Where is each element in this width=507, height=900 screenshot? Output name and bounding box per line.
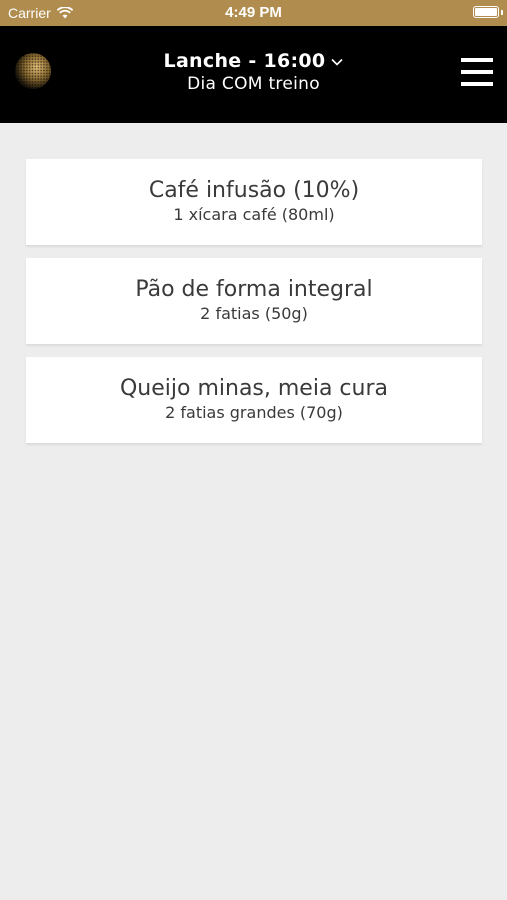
chevron-down-icon[interactable] — [331, 58, 344, 66]
food-portion: 2 fatias (50g) — [200, 304, 308, 323]
food-name: Café infusão (10%) — [148, 178, 360, 203]
food-list: Café infusão (10%) 1 xícara café (80ml) … — [26, 159, 482, 456]
page-title: Lanche - 16:00 — [163, 50, 326, 72]
food-name: Queijo minas, meia cura — [119, 376, 388, 401]
food-portion: 2 fatias grandes (70g) — [165, 403, 343, 422]
hamburger-menu-icon[interactable] — [461, 58, 493, 86]
menu-line — [461, 82, 493, 86]
battery-tip — [501, 10, 503, 15]
food-item-cafe[interactable]: Café infusão (10%) 1 xícara café (80ml) — [26, 159, 482, 245]
page-subtitle: Dia COM treino — [187, 74, 320, 94]
battery-icon — [473, 6, 499, 18]
menu-line — [461, 58, 493, 62]
meal-title-row[interactable]: Lanche - 16:00 — [164, 50, 344, 72]
meal-selector[interactable]: Lanche - 16:00 Dia COM treino — [100, 50, 407, 94]
battery-fill — [475, 8, 497, 16]
food-item-queijo[interactable]: Queijo minas, meia cura 2 fatias grandes… — [26, 357, 482, 443]
status-bar: Carrier 4:49 PM — [0, 0, 507, 26]
menu-line — [461, 70, 493, 74]
food-name: Pão de forma integral — [135, 277, 373, 302]
status-time: 4:49 PM — [225, 4, 282, 21]
food-portion: 1 xícara café (80ml) — [173, 205, 335, 224]
logo-globe-icon — [14, 52, 52, 90]
food-item-pao[interactable]: Pão de forma integral 2 fatias (50g) — [26, 258, 482, 344]
nav-header: Lanche - 16:00 Dia COM treino — [0, 26, 507, 123]
